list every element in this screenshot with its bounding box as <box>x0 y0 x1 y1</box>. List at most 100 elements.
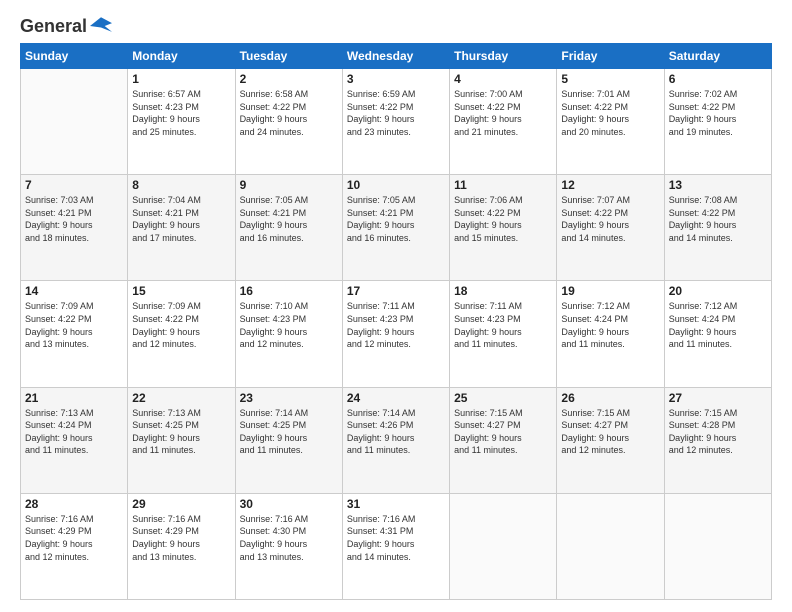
calendar-cell: 18 Sunrise: 7:11 AM Sunset: 4:23 PM Dayli… <box>450 281 557 387</box>
calendar-cell: 16 Sunrise: 7:10 AM Sunset: 4:23 PM Dayli… <box>235 281 342 387</box>
day-number: 28 <box>25 497 123 511</box>
calendar-cell: 26 Sunrise: 7:15 AM Sunset: 4:27 PM Dayli… <box>557 387 664 493</box>
calendar-cell: 17 Sunrise: 7:11 AM Sunset: 4:23 PM Dayli… <box>342 281 449 387</box>
day-info: Sunrise: 7:01 AM Sunset: 4:22 PM Dayligh… <box>561 88 659 138</box>
day-info: Sunrise: 7:05 AM Sunset: 4:21 PM Dayligh… <box>347 194 445 244</box>
calendar-cell: 27 Sunrise: 7:15 AM Sunset: 4:28 PM Dayli… <box>664 387 771 493</box>
calendar-cell: 31Sunrise: 7:16 AM Sunset: 4:31 PM Dayli… <box>342 493 449 599</box>
calendar-cell: 6 Sunrise: 7:02 AM Sunset: 4:22 PM Daylig… <box>664 69 771 175</box>
calendar-cell: 4 Sunrise: 7:00 AM Sunset: 4:22 PM Daylig… <box>450 69 557 175</box>
calendar-week-row-2: 7 Sunrise: 7:03 AM Sunset: 4:21 PM Daylig… <box>21 175 772 281</box>
day-number: 25 <box>454 391 552 405</box>
calendar-cell: 30 Sunrise: 7:16 AM Sunset: 4:30 PM Dayli… <box>235 493 342 599</box>
calendar-cell: 7 Sunrise: 7:03 AM Sunset: 4:21 PM Daylig… <box>21 175 128 281</box>
calendar-cell: 8Sunrise: 7:04 AM Sunset: 4:21 PM Daylig… <box>128 175 235 281</box>
calendar-header-saturday: Saturday <box>664 44 771 69</box>
calendar-cell: 12Sunrise: 7:07 AM Sunset: 4:22 PM Dayli… <box>557 175 664 281</box>
calendar-header-monday: Monday <box>128 44 235 69</box>
calendar-header-row: SundayMondayTuesdayWednesdayThursdayFrid… <box>21 44 772 69</box>
calendar-cell <box>21 69 128 175</box>
day-info: Sunrise: 7:11 AM Sunset: 4:23 PM Dayligh… <box>454 300 552 350</box>
day-number: 7 <box>25 178 123 192</box>
day-number: 26 <box>561 391 659 405</box>
day-number: 15 <box>132 284 230 298</box>
calendar-cell: 13 Sunrise: 7:08 AM Sunset: 4:22 PM Dayli… <box>664 175 771 281</box>
day-info: Sunrise: 7:00 AM Sunset: 4:22 PM Dayligh… <box>454 88 552 138</box>
calendar-cell: 2Sunrise: 6:58 AM Sunset: 4:22 PM Daylig… <box>235 69 342 175</box>
day-info: Sunrise: 7:16 AM Sunset: 4:29 PM Dayligh… <box>25 513 123 563</box>
day-info: Sunrise: 6:57 AM Sunset: 4:23 PM Dayligh… <box>132 88 230 138</box>
day-info: Sunrise: 7:06 AM Sunset: 4:22 PM Dayligh… <box>454 194 552 244</box>
day-info: Sunrise: 7:16 AM Sunset: 4:31 PM Dayligh… <box>347 513 445 563</box>
day-number: 8 <box>132 178 230 192</box>
page: General SundayMondayTuesdayWednesdayThur… <box>0 0 792 612</box>
day-number: 21 <box>25 391 123 405</box>
day-number: 22 <box>132 391 230 405</box>
logo: General <box>20 16 112 33</box>
calendar-cell: 14 Sunrise: 7:09 AM Sunset: 4:22 PM Dayli… <box>21 281 128 387</box>
calendar-header-tuesday: Tuesday <box>235 44 342 69</box>
day-number: 11 <box>454 178 552 192</box>
day-number: 23 <box>240 391 338 405</box>
day-info: Sunrise: 7:02 AM Sunset: 4:22 PM Dayligh… <box>669 88 767 138</box>
calendar-cell: 10 Sunrise: 7:05 AM Sunset: 4:21 PM Dayli… <box>342 175 449 281</box>
day-info: Sunrise: 6:59 AM Sunset: 4:22 PM Dayligh… <box>347 88 445 138</box>
day-info: Sunrise: 7:07 AM Sunset: 4:22 PM Dayligh… <box>561 194 659 244</box>
day-number: 27 <box>669 391 767 405</box>
calendar-cell: 28 Sunrise: 7:16 AM Sunset: 4:29 PM Dayli… <box>21 493 128 599</box>
calendar-table: SundayMondayTuesdayWednesdayThursdayFrid… <box>20 43 772 600</box>
day-number: 20 <box>669 284 767 298</box>
day-info: Sunrise: 6:58 AM Sunset: 4:22 PM Dayligh… <box>240 88 338 138</box>
day-number: 14 <box>25 284 123 298</box>
calendar-cell: 5 Sunrise: 7:01 AM Sunset: 4:22 PM Daylig… <box>557 69 664 175</box>
calendar-header-wednesday: Wednesday <box>342 44 449 69</box>
day-info: Sunrise: 7:11 AM Sunset: 4:23 PM Dayligh… <box>347 300 445 350</box>
calendar-week-row-3: 14 Sunrise: 7:09 AM Sunset: 4:22 PM Dayli… <box>21 281 772 387</box>
header: General <box>20 16 772 33</box>
calendar-cell: 25 Sunrise: 7:15 AM Sunset: 4:27 PM Dayli… <box>450 387 557 493</box>
day-info: Sunrise: 7:16 AM Sunset: 4:29 PM Dayligh… <box>132 513 230 563</box>
day-info: Sunrise: 7:08 AM Sunset: 4:22 PM Dayligh… <box>669 194 767 244</box>
day-number: 5 <box>561 72 659 86</box>
day-info: Sunrise: 7:12 AM Sunset: 4:24 PM Dayligh… <box>669 300 767 350</box>
calendar-cell: 21 Sunrise: 7:13 AM Sunset: 4:24 PM Dayli… <box>21 387 128 493</box>
day-number: 4 <box>454 72 552 86</box>
calendar-week-row-4: 21 Sunrise: 7:13 AM Sunset: 4:24 PM Dayli… <box>21 387 772 493</box>
day-number: 6 <box>669 72 767 86</box>
calendar-week-row-1: 1 Sunrise: 6:57 AM Sunset: 4:23 PM Daylig… <box>21 69 772 175</box>
day-info: Sunrise: 7:10 AM Sunset: 4:23 PM Dayligh… <box>240 300 338 350</box>
logo-bird-icon <box>90 15 112 37</box>
day-number: 16 <box>240 284 338 298</box>
day-number: 18 <box>454 284 552 298</box>
calendar-header-thursday: Thursday <box>450 44 557 69</box>
calendar-cell <box>664 493 771 599</box>
day-info: Sunrise: 7:13 AM Sunset: 4:24 PM Dayligh… <box>25 407 123 457</box>
day-info: Sunrise: 7:16 AM Sunset: 4:30 PM Dayligh… <box>240 513 338 563</box>
day-number: 24 <box>347 391 445 405</box>
day-number: 1 <box>132 72 230 86</box>
calendar-cell: 23Sunrise: 7:14 AM Sunset: 4:25 PM Dayli… <box>235 387 342 493</box>
calendar-cell: 19 Sunrise: 7:12 AM Sunset: 4:24 PM Dayli… <box>557 281 664 387</box>
calendar-cell: 20 Sunrise: 7:12 AM Sunset: 4:24 PM Dayli… <box>664 281 771 387</box>
day-info: Sunrise: 7:09 AM Sunset: 4:22 PM Dayligh… <box>25 300 123 350</box>
day-info: Sunrise: 7:09 AM Sunset: 4:22 PM Dayligh… <box>132 300 230 350</box>
day-number: 10 <box>347 178 445 192</box>
calendar-cell: 1 Sunrise: 6:57 AM Sunset: 4:23 PM Daylig… <box>128 69 235 175</box>
day-number: 17 <box>347 284 445 298</box>
calendar-cell: 29 Sunrise: 7:16 AM Sunset: 4:29 PM Dayli… <box>128 493 235 599</box>
day-info: Sunrise: 7:15 AM Sunset: 4:28 PM Dayligh… <box>669 407 767 457</box>
day-number: 29 <box>132 497 230 511</box>
calendar-cell <box>557 493 664 599</box>
day-number: 19 <box>561 284 659 298</box>
day-info: Sunrise: 7:03 AM Sunset: 4:21 PM Dayligh… <box>25 194 123 244</box>
day-number: 30 <box>240 497 338 511</box>
logo-general-text: General <box>20 16 87 37</box>
calendar-cell: 24Sunrise: 7:14 AM Sunset: 4:26 PM Dayli… <box>342 387 449 493</box>
day-info: Sunrise: 7:15 AM Sunset: 4:27 PM Dayligh… <box>454 407 552 457</box>
calendar-cell: 22Sunrise: 7:13 AM Sunset: 4:25 PM Dayli… <box>128 387 235 493</box>
day-info: Sunrise: 7:15 AM Sunset: 4:27 PM Dayligh… <box>561 407 659 457</box>
calendar-cell: 9Sunrise: 7:05 AM Sunset: 4:21 PM Daylig… <box>235 175 342 281</box>
day-number: 13 <box>669 178 767 192</box>
day-info: Sunrise: 7:12 AM Sunset: 4:24 PM Dayligh… <box>561 300 659 350</box>
calendar-header-friday: Friday <box>557 44 664 69</box>
